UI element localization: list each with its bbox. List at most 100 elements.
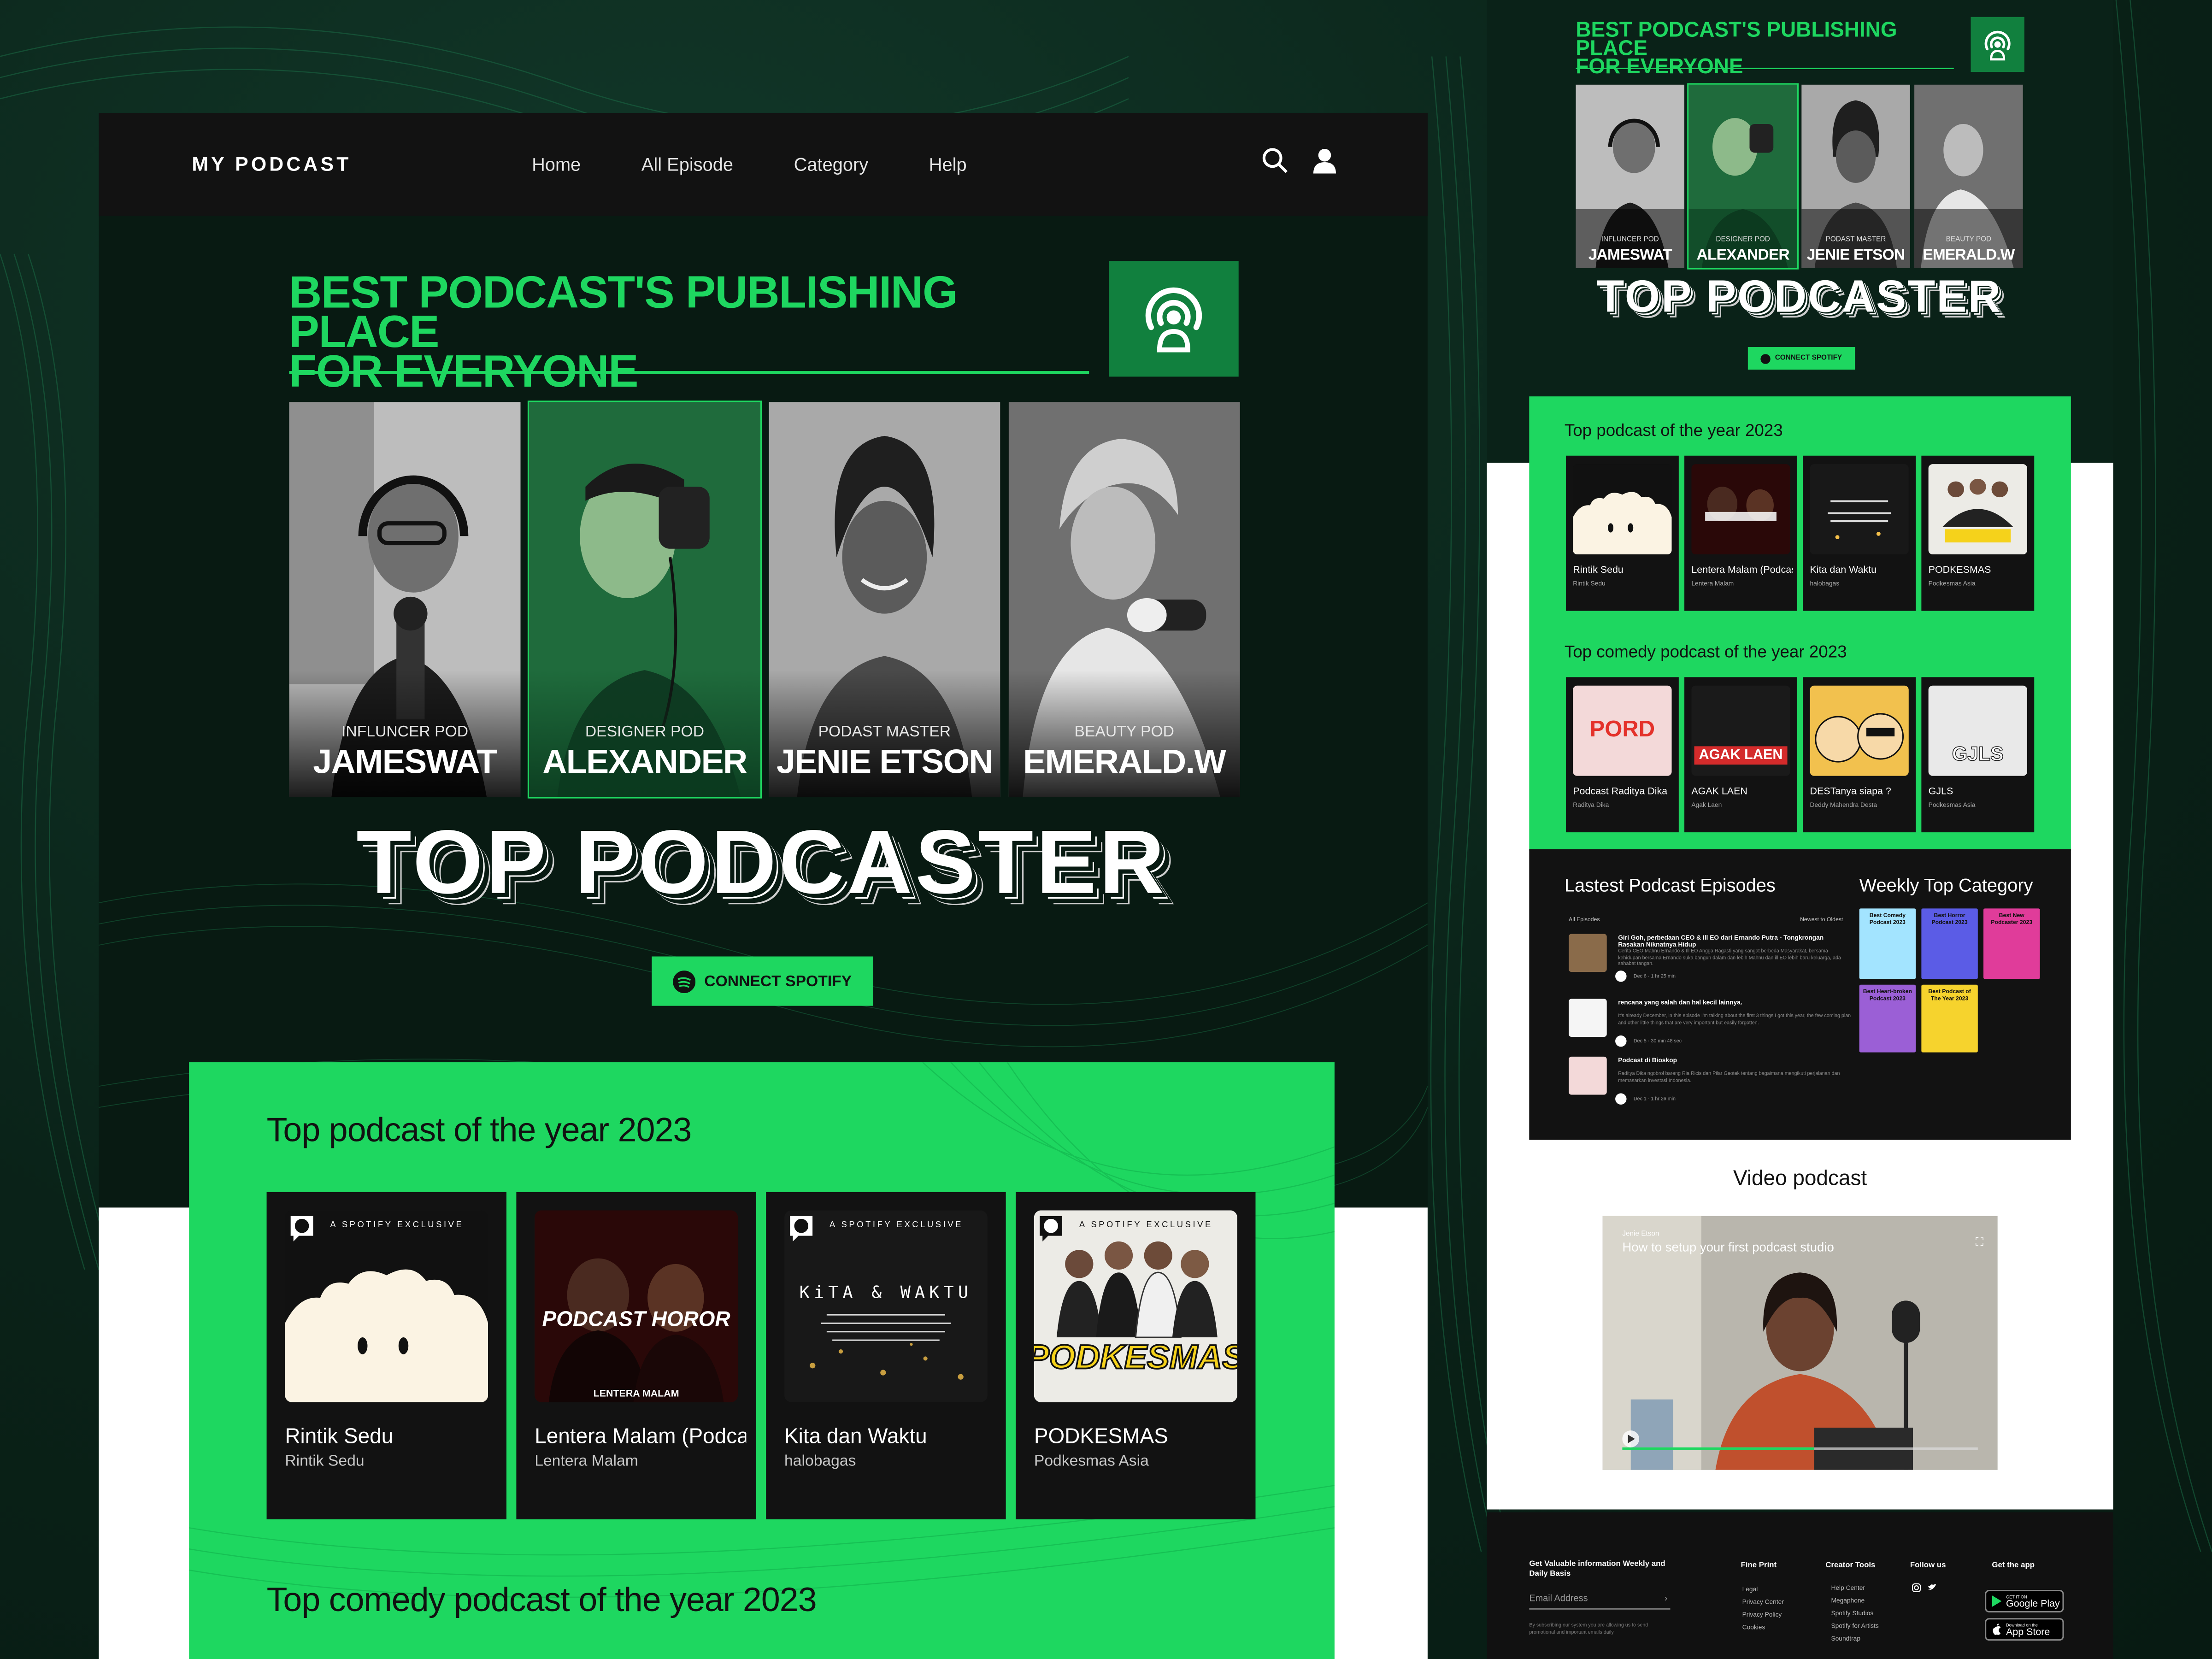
user-icon[interactable] xyxy=(1312,147,1337,175)
category-tile[interactable]: Best Podcast of The Year 2023 xyxy=(1921,984,1978,1053)
episodes-filter[interactable]: All Episodes xyxy=(1569,916,1600,923)
footer-link[interactable]: Privacy Policy xyxy=(1742,1611,1782,1618)
podcast-card[interactable]: Kita dan Waktu halobagas xyxy=(1803,455,1916,611)
episode-thumbnail xyxy=(1569,999,1607,1037)
mockup-canvas: MY PODCAST Home All Episode Category Hel… xyxy=(0,0,2212,1659)
google-play-button[interactable]: GET IT ON Google Play xyxy=(1985,1589,2064,1612)
footer-link[interactable]: Megaphone xyxy=(1831,1597,1865,1604)
podcaster-role: BEAUTY POD xyxy=(1946,235,1992,244)
podcaster-cards: INFLUNCER POD JAMESWAT DESIGNER POD ALEX… xyxy=(289,400,1240,799)
podcaster-name: JAMESWAT xyxy=(1588,247,1672,264)
instagram-icon[interactable] xyxy=(1912,1583,1921,1593)
preview-top-podcasts-panel: Top podcast of the year 2023 Rintik Sedu… xyxy=(1529,396,2071,851)
podcast-author: Rintik Sedu xyxy=(285,1453,365,1470)
episode-meta: Dec 5 · 30 min 48 sec xyxy=(1633,1038,1682,1044)
play-icon[interactable] xyxy=(1615,1093,1627,1105)
email-input[interactable]: Email Address › xyxy=(1529,1594,1671,1610)
category-tile[interactable]: Best Comedy Podcast 2023 xyxy=(1859,908,1916,979)
podcaster-card[interactable]: PODAST MASTER JENIE ETSON xyxy=(1801,84,1910,268)
podcaster-card[interactable]: INFLUNCER POD JAMESWAT xyxy=(289,402,521,797)
podcaster-name: EMERALD.W xyxy=(1923,247,2015,264)
spotify-badge-icon xyxy=(790,1216,813,1241)
preview-underline xyxy=(1576,67,1954,69)
podcast-cover: A SPOTIFY EXCLUSIVE xyxy=(285,1210,488,1402)
episode-item[interactable]: rencana yang salah dan hal kecil lainnya… xyxy=(1569,999,1851,1049)
follow-us-title: Follow us xyxy=(1910,1561,1946,1571)
episodes-sort[interactable]: Newest to Oldest xyxy=(1800,916,1843,923)
podcast-card[interactable]: PODKESMAS A SPOTIFY EXCLUSIVE PODKESMAS … xyxy=(1016,1192,1256,1519)
twitter-icon[interactable] xyxy=(1927,1583,1937,1593)
destanya-artwork xyxy=(1815,713,1904,763)
podcaster-card-active[interactable]: DESIGNER POD ALEXANDER xyxy=(527,400,762,799)
podcaster-role: BEAUTY POD xyxy=(1074,724,1175,741)
brand-logo[interactable]: MY PODCAST xyxy=(192,153,351,175)
preview-podcaster-cards: INFLUNCER POD JAMESWAT DESIGNER POD ALEX… xyxy=(1576,83,2023,270)
podcaster-card[interactable]: INFLUNCER POD JAMESWAT xyxy=(1576,84,1685,268)
footer-link[interactable]: Soundtrap xyxy=(1831,1635,1860,1642)
podcast-card[interactable]: Lentera Malam (Podcast Horor) Lentera Ma… xyxy=(1684,455,1797,611)
podkesmas-art-title: PODKESMAS xyxy=(1034,1337,1237,1376)
rintik-sedu-artwork xyxy=(285,1269,488,1402)
podcast-cover: PODCAST HOROR LENTERA MALAM xyxy=(535,1210,738,1402)
footer-link[interactable]: Legal xyxy=(1742,1586,1758,1593)
podcast-title: DESTanya siapa ? xyxy=(1810,787,1891,797)
podcast-broadcast-icon xyxy=(1145,287,1202,353)
preview-top-podcaster-heading: TOP PODCASTER xyxy=(1596,271,2002,322)
podcast-card[interactable]: GJLS GJLS Podkesmas Asia xyxy=(1921,677,2035,833)
fullscreen-icon[interactable]: ⛶ xyxy=(1976,1236,1983,1250)
podcast-card[interactable]: PODKESMAS Podkesmas Asia xyxy=(1921,455,2035,611)
podcaster-name: ALEXANDER xyxy=(542,743,747,782)
podcast-author: Lentera Malam xyxy=(535,1453,638,1470)
footer-link[interactable]: Cookies xyxy=(1742,1624,1765,1630)
footer-link[interactable]: Help Center xyxy=(1831,1584,1865,1591)
kita-art-title: KiTA & WAKTU xyxy=(800,1282,972,1302)
app-store-button[interactable]: Download on the App Store xyxy=(1985,1618,2064,1641)
footer-link[interactable]: Privacy Center xyxy=(1742,1598,1784,1605)
category-tile[interactable]: Best New Podcaster 2023 xyxy=(1983,908,2040,979)
footer-link[interactable]: Spotify Studios xyxy=(1831,1610,1873,1617)
episode-title: Giri Goh, perbedaan CEO & Ill EO dari Er… xyxy=(1618,934,1824,948)
google-play-label: Google Play xyxy=(2006,1600,2060,1610)
podcast-card[interactable]: DESTanya siapa ? Deddy Mahendra Desta xyxy=(1803,677,1916,833)
podcast-cover: KiTA & WAKTU A SPOTIFY EXCLUSIVE xyxy=(784,1210,988,1402)
podcast-card[interactable]: Rintik Sedu Rintik Sedu xyxy=(1565,455,1679,611)
podcast-title: Lentera Malam (Podcast Horor) xyxy=(535,1424,746,1449)
arrow-right-icon[interactable]: › xyxy=(1665,1594,1668,1604)
play-icon[interactable] xyxy=(1615,1035,1627,1047)
nav-all-episode[interactable]: All Episode xyxy=(641,154,733,175)
preview-top-podcast-list: Rintik Sedu Rintik Sedu Lentera Malam (P… xyxy=(1565,455,2035,611)
top-comedy-heading: Top comedy podcast of the year 2023 xyxy=(1564,641,1847,662)
podcaster-card[interactable]: BEAUTY POD EMERALD.W xyxy=(1008,402,1240,797)
podcaster-card[interactable]: BEAUTY POD EMERALD.W xyxy=(1914,84,2023,268)
connect-spotify-button[interactable]: CONNECT SPOTIFY xyxy=(652,956,873,1006)
top-comedy-heading: Top comedy podcast of the year 2023 xyxy=(266,1581,817,1620)
nav-help[interactable]: Help xyxy=(929,154,967,175)
video-player[interactable]: Jenie Etson How to setup your first podc… xyxy=(1602,1216,1998,1470)
podcast-author: Raditya Dika xyxy=(1573,801,1609,809)
play-icon[interactable] xyxy=(1615,971,1627,982)
podcast-title: Rintik Sedu xyxy=(285,1424,394,1449)
podcast-title: Lentera Malam (Podcast Horor) xyxy=(1691,565,1793,576)
podcast-card[interactable]: KiTA & WAKTU A SPOTIFY EXCLUSIVE Kita da… xyxy=(766,1192,1006,1519)
podcaster-role: PODAST MASTER xyxy=(818,724,951,741)
podcast-card[interactable]: AGAK LAEN AGAK LAEN Agak Laen xyxy=(1684,677,1797,833)
nav-home[interactable]: Home xyxy=(532,154,581,175)
episode-item[interactable]: Giri Goh, perbedaan CEO & Ill EO dari Er… xyxy=(1569,934,1851,985)
podcast-card[interactable]: PORD Podcast Raditya Dika Raditya Dika xyxy=(1565,677,1679,833)
fine-print-title: Fine Print xyxy=(1741,1561,1777,1571)
nav-category[interactable]: Category xyxy=(794,154,868,175)
category-tile[interactable]: Best Heart-broken Podcast 2023 xyxy=(1859,984,1916,1053)
footer-link[interactable]: Spotify for Artists xyxy=(1831,1622,1878,1629)
podcast-author: Podkesmas Asia xyxy=(1928,580,1976,587)
podcast-cover xyxy=(1691,464,1790,555)
podcaster-card[interactable]: PODAST MASTER JENIE ETSON xyxy=(769,402,1000,797)
category-tile[interactable]: Best Horror Podcast 2023 xyxy=(1921,908,1978,979)
podcast-card[interactable]: A SPOTIFY EXCLUSIVE Rintik Sedu Rintik S… xyxy=(266,1192,506,1519)
episode-item[interactable]: Podcast di Bioskop Raditya Dika ngobrol … xyxy=(1569,1056,1851,1107)
search-icon[interactable] xyxy=(1261,147,1289,175)
podcaster-card-active[interactable]: DESIGNER POD ALEXANDER xyxy=(1687,83,1799,270)
connect-spotify-label: CONNECT SPOTIFY xyxy=(704,972,852,990)
preview-connect-spotify-button[interactable]: CONNECT SPOTIFY xyxy=(1747,347,1855,370)
podcast-author: Deddy Mahendra Desta xyxy=(1810,801,1877,809)
podcast-card[interactable]: PODCAST HOROR LENTERA MALAM Lentera Mala… xyxy=(516,1192,756,1519)
